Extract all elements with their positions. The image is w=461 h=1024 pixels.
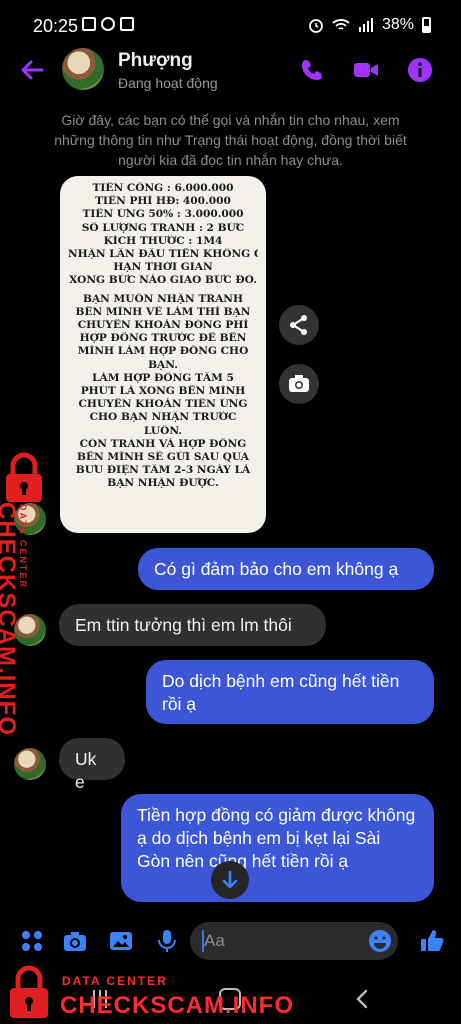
watermark-data-center: DATA CENTER: [62, 974, 168, 988]
camera-icon: [289, 375, 309, 392]
status-right: 38%: [308, 16, 431, 34]
message-bubble-outgoing[interactable]: Tiền hợp đồng có giảm được không ạ do dị…: [121, 794, 434, 902]
message-bubble-outgoing[interactable]: Có gì đảm bảo cho em không ạ: [138, 548, 434, 590]
image-text-line: BẠN MUỐN NHẬN TRANH: [83, 292, 243, 305]
image-text-line: LÀM HỢP ĐỒNG TẦM 5: [92, 371, 234, 384]
image-text-line: TIỀN CÔNG : 6.000.000: [92, 182, 234, 194]
contact-status: Đang hoạt động: [118, 75, 218, 91]
image-message[interactable]: TIỀN CÔNG : 6.000.000 TIỀN PHÍ HĐ: 400.00…: [60, 176, 266, 533]
info-icon[interactable]: [406, 56, 434, 84]
video-icon[interactable]: [352, 56, 380, 84]
chevron-down-icon: [222, 870, 238, 889]
image-text-line: TIỀN PHÍ HĐ: 400.000: [95, 195, 231, 208]
image-text-line: BẠN NHẬN ĐƯỢC.: [107, 477, 219, 490]
lock-icon: [10, 965, 48, 1018]
system-notice: Giờ đây, các bạn có thể gọi và nhắn tin …: [54, 112, 407, 168]
watermark-side: DATA CENTER CHECKSCAM.INFO: [0, 452, 60, 736]
image-text-line: TIỀN ỨNG 50% : 3.000.000: [82, 208, 244, 221]
battery-percent: 38%: [381, 16, 414, 33]
message-input-placeholder: Aa: [204, 931, 225, 950]
camera-button[interactable]: [279, 364, 319, 404]
contact-name[interactable]: Phượng: [118, 50, 193, 72]
share-icon: [290, 315, 307, 335]
image-text-line: CHO BẠN NHẬN TRƯỚC: [89, 411, 237, 424]
image-text-line: KÍCH THƯỚC : 1M4: [103, 234, 223, 247]
status-bar: 20:25 38%: [0, 0, 461, 46]
chat-header: Phượng Đang hoạt động: [0, 44, 461, 96]
share-button[interactable]: [279, 305, 319, 345]
watermark-brand: CHECKSCAM.INFO: [60, 992, 294, 1019]
nav-back-icon[interactable]: [352, 988, 372, 1010]
alarm-icon: [309, 19, 323, 33]
message-bubble-incoming[interactable]: Em ttin tưởng thì em lm thôi: [59, 604, 326, 646]
status-time: 20:25: [33, 16, 79, 36]
battery-icon: [422, 17, 431, 33]
image-text-line: BẠN.: [148, 358, 178, 371]
gallery-notification-icon: [82, 17, 96, 31]
image-text-line: HỢP ĐỒNG TRƯỚC ĐỂ BÊN: [79, 332, 247, 345]
image-text-line: BÊN MÌNH VỀ LÀM THÌ BẠN: [75, 305, 251, 318]
image-text-top: TIỀN CÔNG : 6.000.000 TIỀN PHÍ HĐ: 400.00…: [68, 182, 258, 288]
notification-icons: [82, 17, 134, 31]
avatar[interactable]: [62, 48, 104, 90]
image-text-line: PHÚT LÀ XONG BÊN MÌNH: [80, 385, 246, 398]
image-text-line: MÌNH LÀM HỢP ĐỒNG CHO: [77, 345, 249, 358]
gallery-icon[interactable]: [108, 928, 134, 954]
camera-icon[interactable]: [62, 928, 88, 954]
image-text-line: CÒN TRANH VÀ HỢP ĐỒNG: [79, 437, 247, 450]
image-text-line: BÊN MÌNH SẼ GỬI SAU QUA: [77, 451, 249, 464]
image-text-line: CHUYỂN KHOẢN TIỀN ỨNG: [78, 398, 248, 411]
grid-icon[interactable]: [19, 928, 45, 954]
message-bubble-incoming[interactable]: Uk e: [59, 738, 125, 792]
mic-icon[interactable]: [154, 928, 180, 954]
emoji-icon[interactable]: [367, 928, 393, 954]
signal-icon: [358, 18, 373, 32]
image-text-line: HẠN THỜI GIAN: [113, 261, 213, 274]
phone-icon[interactable]: [298, 56, 326, 84]
lock-icon: [6, 452, 42, 502]
image-text-line: XONG BỨC NÀO GIAO BỨC ĐÓ.: [69, 274, 257, 287]
wifi-icon: [332, 19, 350, 30]
back-icon[interactable]: [18, 56, 46, 84]
image-text-line: NHẬN LẦN ĐẦU TIÊN KHÔNG GIA: [68, 248, 258, 261]
messenger-notification-icon: [101, 17, 115, 31]
like-icon[interactable]: [419, 928, 445, 954]
avatar[interactable]: [14, 748, 46, 780]
watermark-brand: CHECKSCAM.INFO: [0, 502, 20, 736]
message-composer: Aa: [0, 918, 461, 964]
image-text-line: LUÔN.: [143, 424, 183, 437]
image-text-line: SỐ LƯỢNG TRANH : 2 BỨC: [81, 221, 245, 234]
image-text-bottom: BẠN MUỐN NHẬN TRANH BÊN MÌNH VỀ LÀM THÌ B…: [68, 293, 258, 491]
image-text-line: BƯU ĐIỆN TẦM 2-3 NGÀY LÀ: [75, 464, 251, 477]
image-text-line: CHUYỂN KHOẢN ĐÓNG PHÍ: [77, 319, 249, 332]
watermark-bottom: DATA CENTER CHECKSCAM.INFO: [6, 962, 306, 1022]
message-bubble-outgoing[interactable]: Do dịch bệnh em cũng hết tiền rồi ạ: [146, 660, 434, 724]
scroll-to-bottom-button[interactable]: [211, 861, 249, 899]
check-notification-icon: [120, 17, 134, 31]
